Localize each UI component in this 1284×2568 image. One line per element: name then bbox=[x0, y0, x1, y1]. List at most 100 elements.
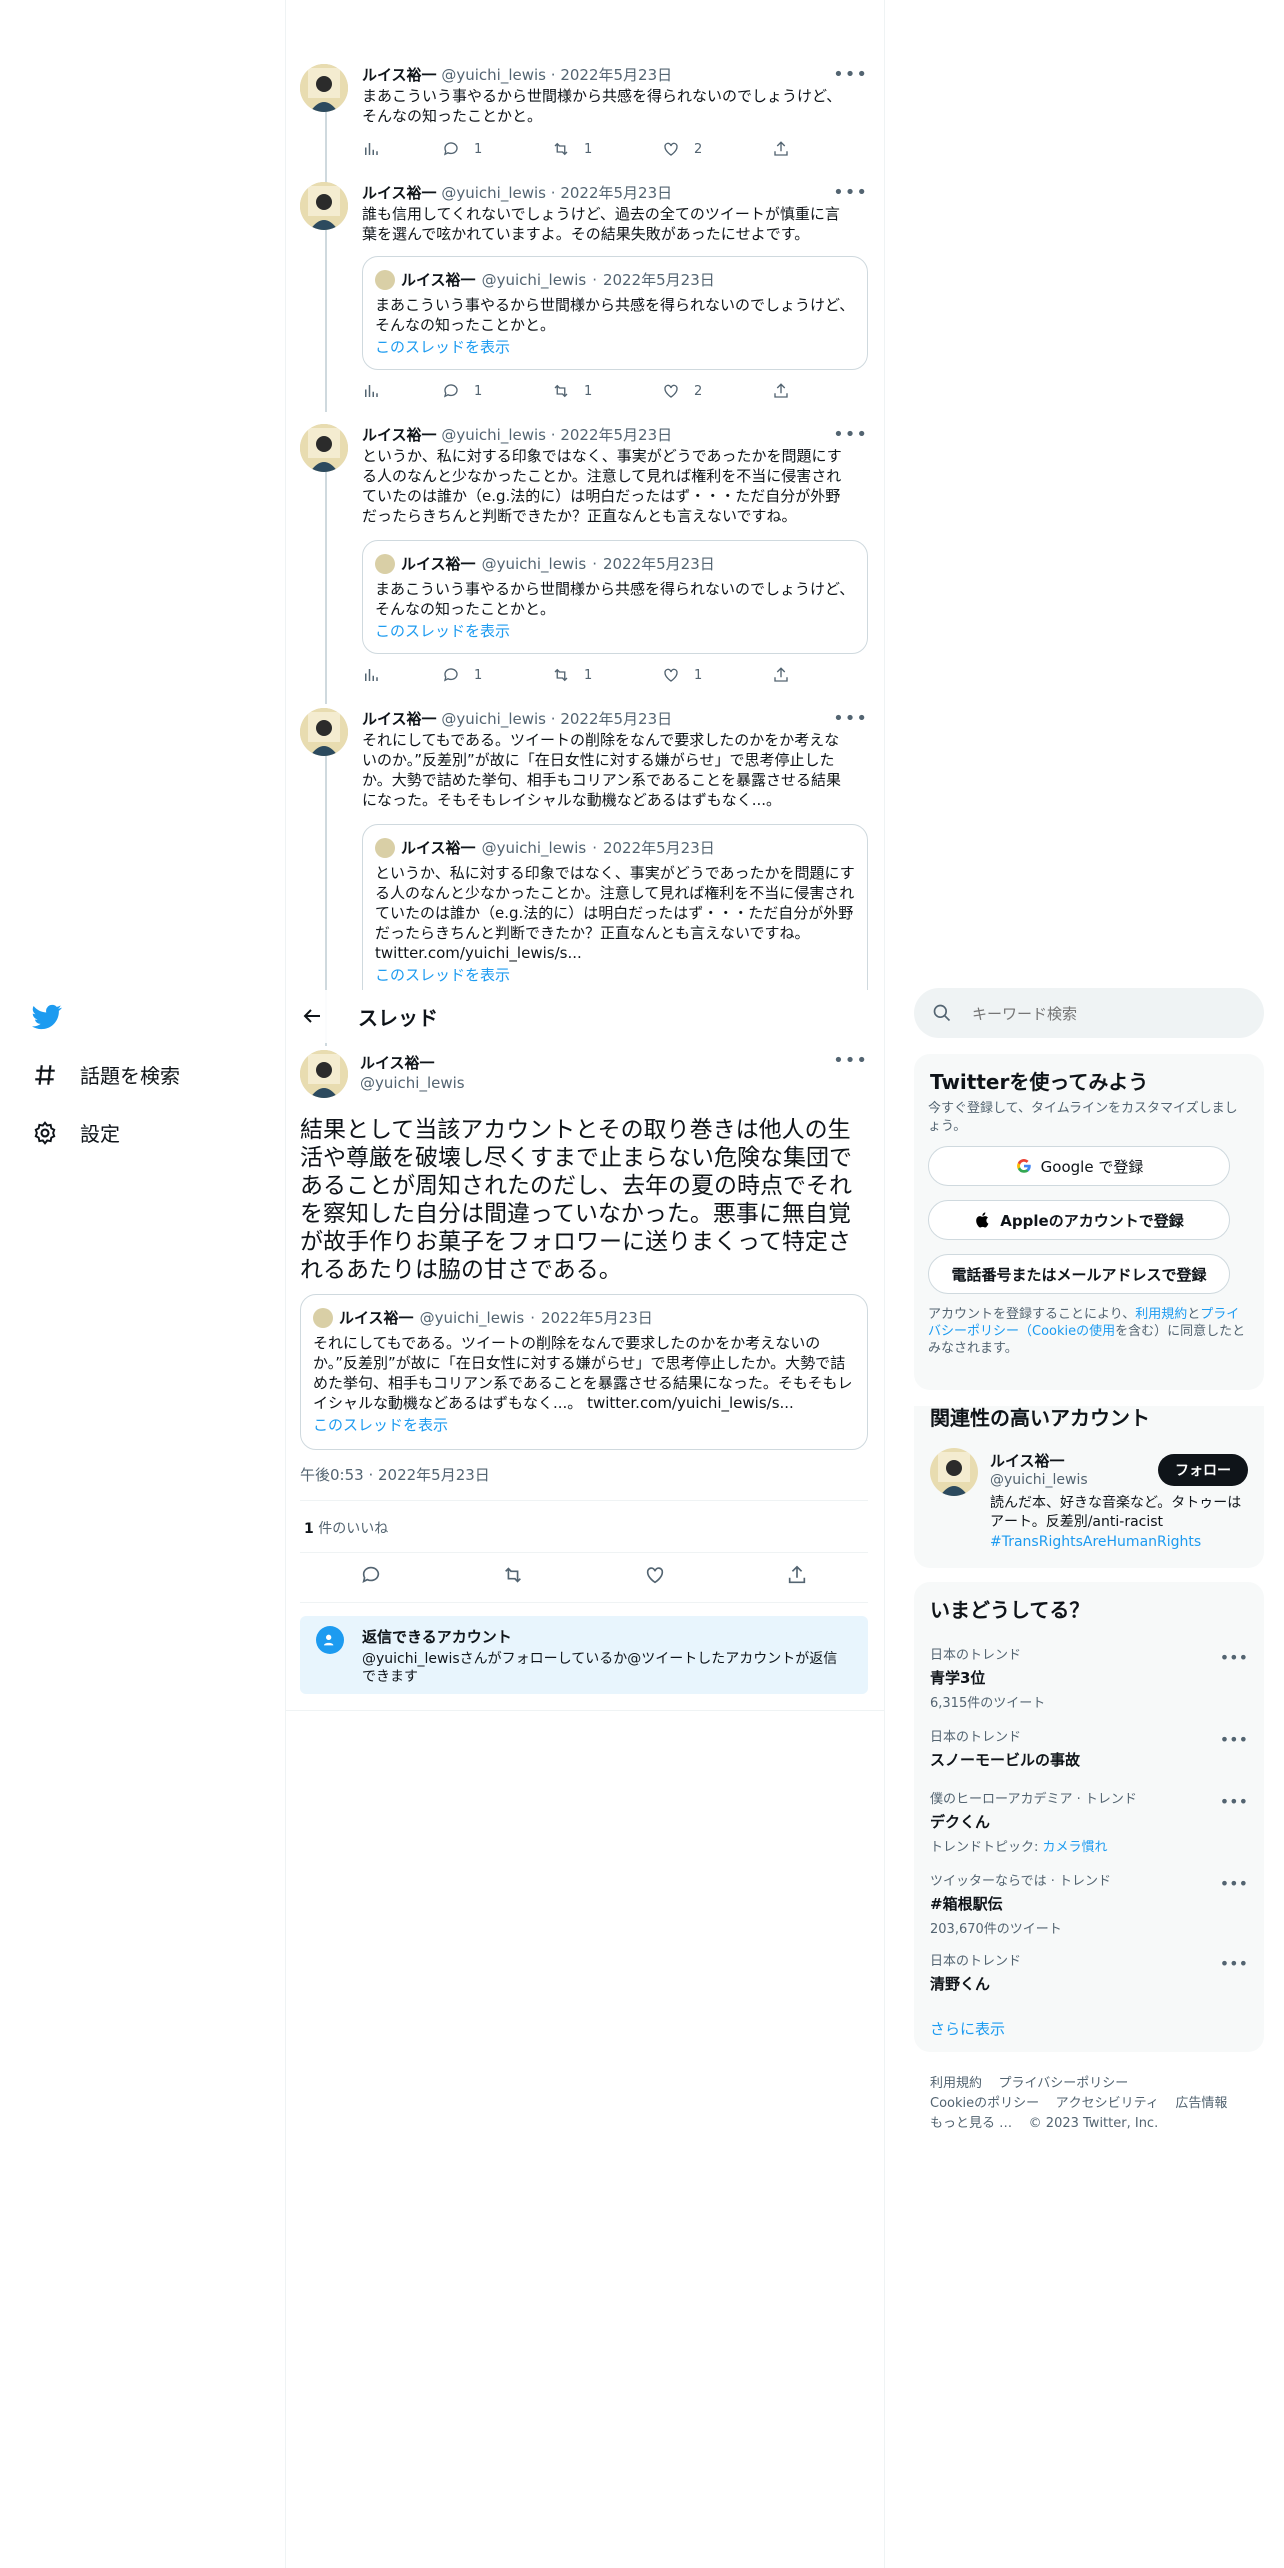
like-button[interactable]: 1 bbox=[662, 666, 702, 684]
related-bio: 読んだ本、好きな音楽など。タトゥーはアート。反差別/anti-racist bbox=[990, 1495, 1242, 1530]
like-button[interactable]: 2 bbox=[662, 140, 702, 158]
avatar[interactable] bbox=[300, 64, 348, 112]
likes-count: 1 bbox=[304, 1521, 314, 1537]
analytics-icon[interactable] bbox=[362, 140, 380, 158]
show-thread-link[interactable]: このスレッドを表示 bbox=[313, 1415, 855, 1435]
like-button[interactable]: 2 bbox=[662, 382, 702, 400]
author-handle[interactable]: @yuichi_lewis bbox=[441, 66, 546, 84]
footer-privacy-link[interactable]: プライバシーポリシー bbox=[999, 2076, 1129, 2091]
quoted-tweet[interactable]: ルイス裕一 @yuichi_lewis · 2022年5月23日 それにしてもである。… bbox=[300, 1294, 868, 1450]
trend-item[interactable]: 日本のトレンド スノーモービルの事故 ••• bbox=[930, 1726, 1248, 1770]
related-name[interactable]: ルイス裕一 bbox=[990, 1450, 1065, 1471]
search-box[interactable] bbox=[914, 988, 1264, 1038]
avatar[interactable] bbox=[300, 708, 348, 756]
tweet-date[interactable]: 2022年5月23日 bbox=[560, 184, 672, 202]
more-icon[interactable]: ••• bbox=[833, 1050, 868, 1071]
avatar[interactable] bbox=[930, 1448, 978, 1496]
nav-explore[interactable]: 話題を検索 bbox=[32, 1060, 180, 1089]
reply-button[interactable]: 1 bbox=[442, 140, 482, 158]
author-name[interactable]: ルイス裕一 bbox=[362, 426, 437, 444]
footer-terms-link[interactable]: 利用規約 bbox=[930, 2076, 982, 2091]
back-arrow-icon[interactable] bbox=[300, 1004, 324, 1028]
more-icon[interactable]: ••• bbox=[1220, 1874, 1248, 1893]
cookie-link[interactable]: （Cookieの使用 bbox=[1019, 1324, 1115, 1339]
trend-item[interactable]: 日本のトレンド 青学3位 6,315件のツイート ••• bbox=[930, 1644, 1248, 1711]
avatar[interactable] bbox=[300, 182, 348, 230]
follow-button[interactable]: フォロー bbox=[1158, 1454, 1248, 1486]
reply-button[interactable]: 1 bbox=[442, 666, 482, 684]
tweet-header: ルイス裕一 @yuichi_lewis · 2022年5月23日 bbox=[362, 184, 673, 202]
terms-link[interactable]: 利用規約 bbox=[1135, 1307, 1187, 1322]
quote-text: というか、私に対する印象ではなく、事実がどうであったかを問題にする人のなんと少な… bbox=[375, 864, 855, 962]
show-thread-link[interactable]: このスレッドを表示 bbox=[375, 621, 855, 641]
more-icon[interactable]: ••• bbox=[833, 708, 868, 729]
reply-icon[interactable] bbox=[360, 1564, 382, 1586]
retweet-button[interactable]: 1 bbox=[552, 382, 592, 400]
analytics-icon[interactable] bbox=[362, 666, 380, 684]
tweet-date[interactable]: 2022年5月23日 bbox=[560, 426, 672, 444]
footer-cookie-link[interactable]: Cookieのポリシー bbox=[930, 2096, 1039, 2111]
nav-settings[interactable]: 設定 bbox=[32, 1118, 120, 1147]
hashtag-link[interactable]: #TransRightsAreHumanRights bbox=[990, 1534, 1201, 1550]
share-icon[interactable] bbox=[786, 1564, 808, 1586]
author-handle[interactable]: @yuichi_lewis bbox=[441, 184, 546, 202]
author-name[interactable]: ルイス裕一 bbox=[362, 710, 437, 728]
author-handle[interactable]: @yuichi_lewis bbox=[441, 426, 546, 444]
avatar[interactable] bbox=[300, 1050, 348, 1098]
reply-button[interactable]: 1 bbox=[442, 382, 482, 400]
quote-text: それにしてもである。ツイートの削除をなんで要求したのかをか考えないのか。”反差別… bbox=[313, 1334, 853, 1412]
search-input[interactable] bbox=[970, 1000, 1244, 1028]
footer-more-link[interactable]: もっと見る … bbox=[930, 2116, 1012, 2131]
apple-signup-button[interactable]: Appleのアカウントで登録 bbox=[928, 1200, 1230, 1240]
related-title: 関連性の高いアカウント bbox=[930, 1406, 1150, 1430]
avatar[interactable] bbox=[300, 424, 348, 472]
author-handle[interactable]: @yuichi_lewis bbox=[360, 1074, 465, 1092]
phone-signup-button[interactable]: 電話番号またはメールアドレスで登録 bbox=[928, 1254, 1230, 1294]
tweet-timestamp[interactable]: 午後0:53 · 2022年5月23日 bbox=[300, 1464, 490, 1485]
likes-summary[interactable]: 1 件のいいね bbox=[304, 1518, 388, 1538]
more-icon[interactable]: ••• bbox=[1220, 1648, 1248, 1667]
thread-tweet[interactable]: ルイス裕一 @yuichi_lewis · 2022年5月23日 ••• それに… bbox=[300, 708, 868, 990]
google-signup-button[interactable]: Google で登録 bbox=[928, 1146, 1230, 1186]
tweet-date[interactable]: 2022年5月23日 bbox=[560, 710, 672, 728]
show-thread-link[interactable]: このスレッドを表示 bbox=[375, 337, 855, 357]
heart-icon[interactable] bbox=[644, 1564, 666, 1586]
twitter-bird-icon[interactable] bbox=[32, 1002, 62, 1032]
trend-category: ツイッターならでは · トレンド bbox=[930, 1874, 1112, 1889]
related-handle[interactable]: @yuichi_lewis bbox=[990, 1472, 1088, 1488]
show-more-link[interactable]: さらに表示 bbox=[930, 2018, 1005, 2039]
quoted-tweet[interactable]: ルイス裕一 @yuichi_lewis · 2022年5月23日 まあこういう事やるか… bbox=[362, 540, 868, 654]
author-handle[interactable]: @yuichi_lewis bbox=[441, 710, 546, 728]
more-icon[interactable]: ••• bbox=[1220, 1730, 1248, 1749]
trends-card: いまどうしてる？ 日本のトレンド 青学3位 6,315件のツイート ••• 日本… bbox=[914, 1582, 1264, 2052]
retweet-button[interactable]: 1 bbox=[552, 140, 592, 158]
thread-tweet[interactable]: ルイス裕一 @yuichi_lewis · 2022年5月23日 ••• 誰も信… bbox=[300, 182, 868, 412]
quoted-tweet[interactable]: ルイス裕一 @yuichi_lewis · 2022年5月23日 まあこういう事やるか… bbox=[362, 256, 868, 370]
author-name[interactable]: ルイス裕一 bbox=[362, 184, 437, 202]
share-icon[interactable] bbox=[772, 382, 790, 400]
share-icon[interactable] bbox=[772, 140, 790, 158]
thread-tweet[interactable]: ルイス裕一 @yuichi_lewis · 2022年5月23日 ••• まあこ… bbox=[300, 64, 868, 164]
trend-topic-link[interactable]: カメラ慣れ bbox=[1043, 1840, 1108, 1855]
more-icon[interactable]: ••• bbox=[833, 64, 868, 85]
author-name[interactable]: ルイス裕一 bbox=[362, 66, 437, 84]
more-icon[interactable]: ••• bbox=[833, 182, 868, 203]
trend-item[interactable]: 日本のトレンド 清野くん ••• bbox=[930, 1950, 1248, 1994]
share-icon[interactable] bbox=[772, 666, 790, 684]
tweet-date[interactable]: 2022年5月23日 bbox=[560, 66, 672, 84]
author-name[interactable]: ルイス裕一 bbox=[360, 1052, 435, 1073]
footer-ads-link[interactable]: 広告情報 bbox=[1175, 2096, 1227, 2111]
quoted-tweet[interactable]: ルイス裕一 @yuichi_lewis · 2022年5月23日 というか、私に対する… bbox=[362, 824, 868, 990]
trend-item[interactable]: 僕のヒーローアカデミア · トレンド デクくん トレンドトピック: カメラ慣れ … bbox=[930, 1788, 1248, 1855]
more-icon[interactable]: ••• bbox=[1220, 1792, 1248, 1811]
more-icon[interactable]: ••• bbox=[1220, 1954, 1248, 1973]
retweet-button[interactable]: 1 bbox=[552, 666, 592, 684]
analytics-icon[interactable] bbox=[362, 382, 380, 400]
more-icon[interactable]: ••• bbox=[833, 424, 868, 445]
footer-accessibility-link[interactable]: アクセシビリティ bbox=[1056, 2096, 1159, 2111]
trend-item[interactable]: ツイッターならでは · トレンド #箱根駅伝 203,670件のツイート ••• bbox=[930, 1870, 1248, 1937]
show-thread-link[interactable]: このスレッドを表示 bbox=[375, 965, 855, 985]
tweet-header: ルイス裕一 @yuichi_lewis · 2022年5月23日 bbox=[362, 710, 673, 728]
thread-tweet[interactable]: ルイス裕一 @yuichi_lewis · 2022年5月23日 ••• という… bbox=[300, 424, 868, 694]
retweet-icon[interactable] bbox=[502, 1564, 524, 1586]
